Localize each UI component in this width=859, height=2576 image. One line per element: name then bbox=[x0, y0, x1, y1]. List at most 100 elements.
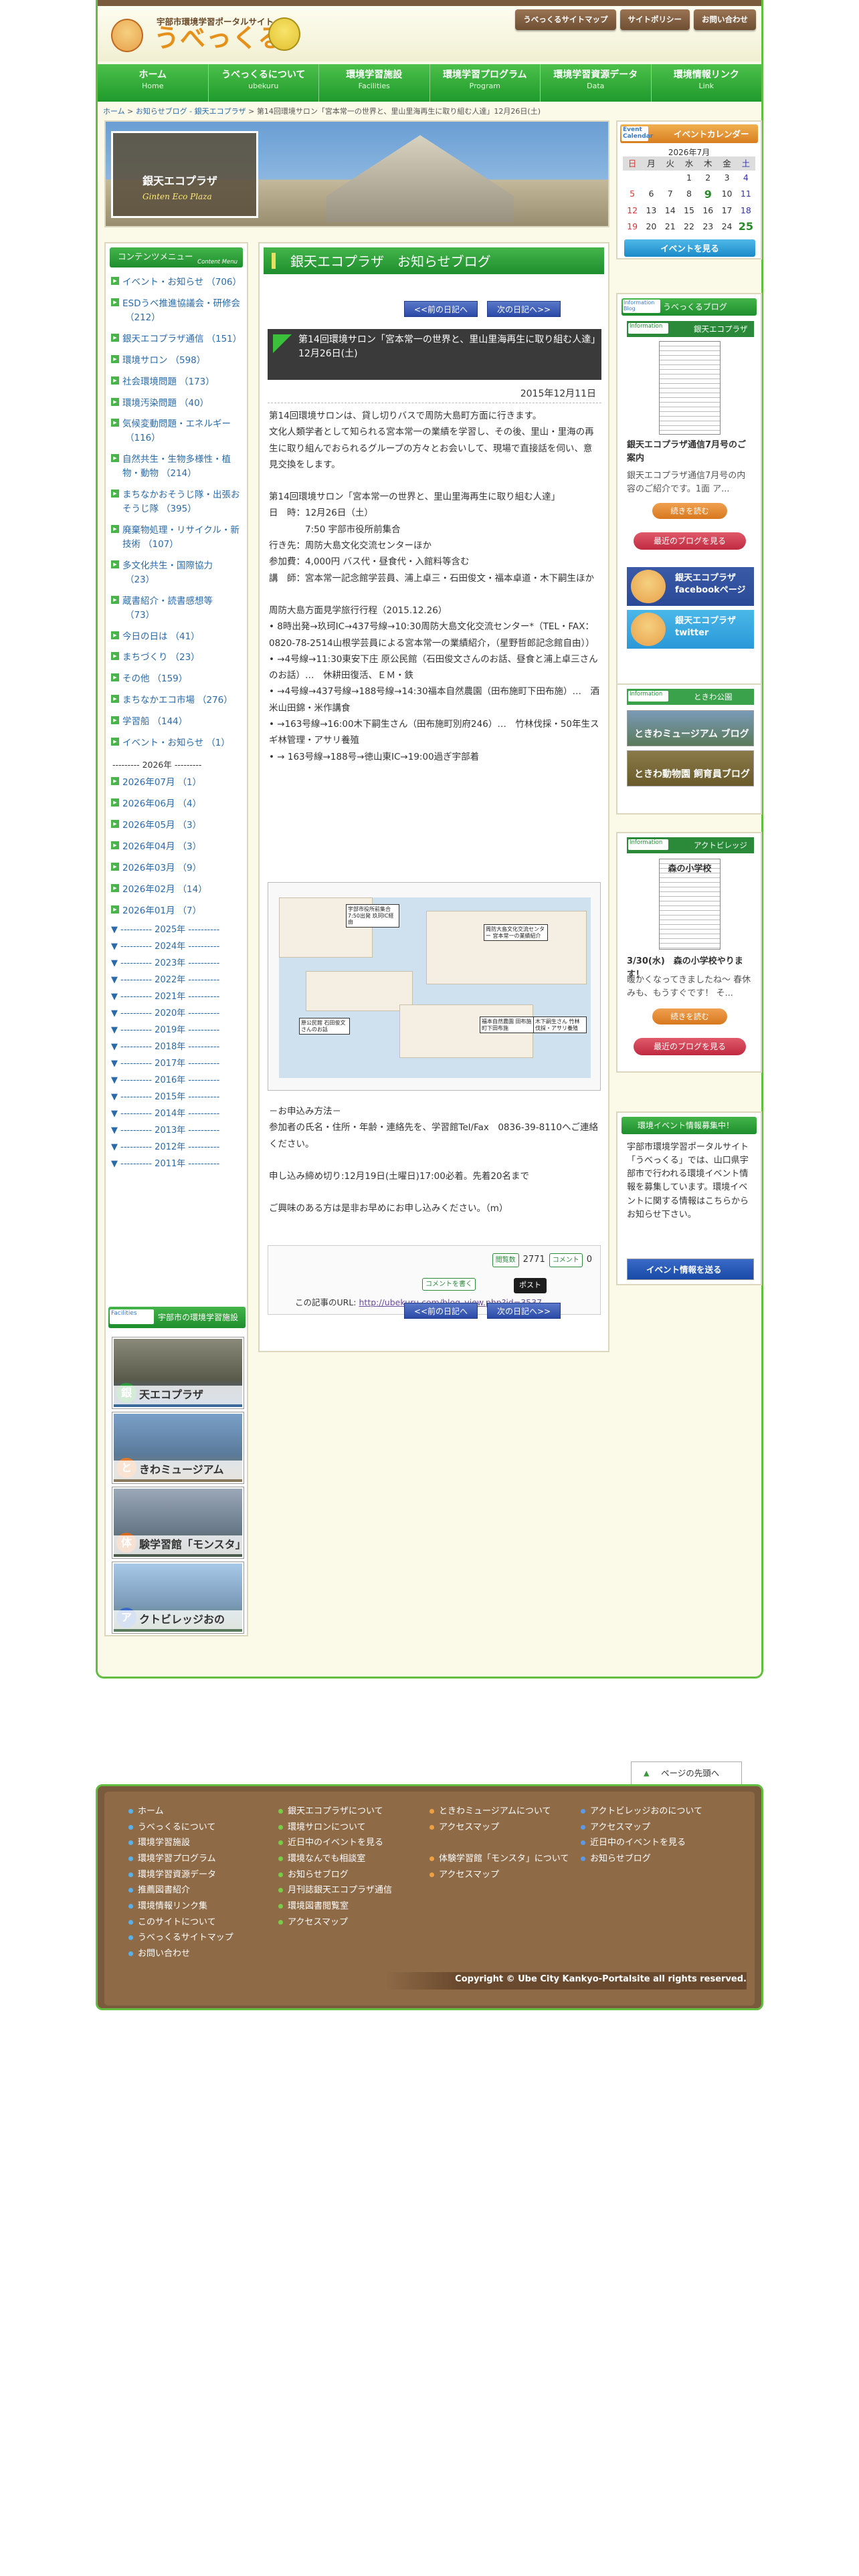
archive-year-toggle[interactable]: ---------- 2021年 ---------- bbox=[111, 992, 242, 1001]
nav-about[interactable]: うべっくるについて ubekuru bbox=[209, 64, 319, 102]
ginten-post-title[interactable]: 銀天エコプラザ通信7月号のご案内 bbox=[627, 439, 754, 465]
archive-month[interactable]: 2026年02月（14） bbox=[111, 883, 242, 897]
facility-monsta[interactable]: 体 験学習館「モンスタ」 bbox=[112, 1487, 246, 1558]
nav-link[interactable]: 環境情報リンク Link bbox=[652, 64, 762, 102]
tokiwa-museum-blog-button[interactable]: ときわミュージアム ブログ bbox=[627, 710, 754, 746]
recent-blog-button[interactable]: 最近のブログを見る bbox=[634, 1038, 746, 1055]
next-entry-button[interactable]: 次の日記へ>> bbox=[487, 1303, 561, 1319]
footer-link[interactable]: 環境学習施設 bbox=[128, 1835, 233, 1851]
breadcrumb-blog[interactable]: お知らせブログ - 銀天エコプラザ bbox=[136, 107, 246, 116]
nav-facilities[interactable]: 環境学習施設 Facilities bbox=[319, 64, 430, 102]
calendar-day[interactable] bbox=[623, 171, 642, 185]
site-policy-button[interactable]: サイトポリシー bbox=[619, 9, 690, 30]
footer-link[interactable]: 銀天エコプラザについて bbox=[278, 1804, 392, 1820]
footer-link[interactable]: 環境図書閲覧室 bbox=[278, 1899, 392, 1915]
footer-link[interactable]: ホーム bbox=[128, 1804, 233, 1820]
category-item[interactable]: まちづくり（23） bbox=[111, 651, 242, 665]
recent-blog-button[interactable]: 最近のブログを見る bbox=[634, 532, 746, 550]
category-item[interactable]: まちなかおそうじ隊・出張おそうじ隊（395） bbox=[111, 488, 242, 516]
calendar-day[interactable]: 6 bbox=[642, 185, 660, 203]
footer-link[interactable]: うべっくるサイトマップ bbox=[128, 1930, 233, 1946]
category-item[interactable]: その他（159） bbox=[111, 672, 242, 686]
calendar-day[interactable]: 12 bbox=[623, 203, 642, 217]
category-item[interactable]: 蔵書紹介・読書感想等 （73） bbox=[111, 595, 242, 623]
archive-year-toggle[interactable]: ---------- 2012年 ---------- bbox=[111, 1143, 242, 1152]
calendar-day-event[interactable]: 25 bbox=[737, 217, 755, 235]
footer-link[interactable]: アクセスマップ bbox=[278, 1915, 392, 1931]
next-entry-button[interactable]: 次の日記へ>> bbox=[487, 301, 561, 317]
archive-year-toggle[interactable]: ---------- 2011年 ---------- bbox=[111, 1160, 242, 1168]
archive-month[interactable]: 2026年07月（1） bbox=[111, 776, 242, 790]
footer-link[interactable]: アクトビレッジおのについて bbox=[581, 1804, 702, 1820]
footer-link[interactable]: うべっくるについて bbox=[128, 1820, 233, 1836]
prev-entry-button[interactable]: <<前の日記へ bbox=[404, 1303, 478, 1319]
archive-month[interactable]: 2026年04月（3） bbox=[111, 840, 242, 854]
calendar-day[interactable]: 17 bbox=[717, 203, 736, 217]
archive-year-toggle[interactable]: ---------- 2014年 ---------- bbox=[111, 1109, 242, 1118]
archive-year-toggle[interactable]: ---------- 2013年 ---------- bbox=[111, 1126, 242, 1135]
calendar-day[interactable]: 21 bbox=[661, 217, 680, 235]
nav-data[interactable]: 環境学習資源データ Data bbox=[541, 64, 652, 102]
archive-year-toggle[interactable]: ---------- 2022年 ---------- bbox=[111, 976, 242, 984]
category-item[interactable]: 廃棄物処理・リサイクル・新技術（107） bbox=[111, 524, 242, 552]
calendar-day[interactable]: 18 bbox=[737, 203, 755, 217]
facebook-button[interactable]: 銀天エコプラザ facebookページ bbox=[627, 567, 754, 606]
calendar-day[interactable]: 14 bbox=[661, 203, 680, 217]
tokiwa-zoo-blog-button[interactable]: ときわ動物園 飼育員ブログ bbox=[627, 750, 754, 786]
back-to-top-button[interactable]: ページの先頭へ bbox=[631, 1761, 742, 1784]
calendar-day[interactable]: 3 bbox=[717, 171, 736, 185]
archive-month[interactable]: 2026年05月（3） bbox=[111, 819, 242, 833]
facility-tokiwa[interactable]: と きわミュージアム bbox=[112, 1412, 244, 1483]
calendar-day[interactable]: 7 bbox=[661, 185, 680, 203]
archive-year-toggle[interactable]: ---------- 2020年 ---------- bbox=[111, 1009, 242, 1018]
footer-link[interactable]: ときわミュージアムについて bbox=[430, 1804, 569, 1820]
archive-month[interactable]: 2026年01月（7） bbox=[111, 904, 242, 918]
calendar-day[interactable]: 11 bbox=[737, 185, 755, 203]
contact-button[interactable]: お問い合わせ bbox=[694, 9, 756, 30]
calendar-day[interactable]: 2 bbox=[698, 171, 717, 185]
footer-link[interactable]: 推薦図書紹介 bbox=[128, 1883, 233, 1899]
category-item[interactable]: 銀天エコプラザ通信（151） bbox=[111, 332, 242, 346]
sitemap-button[interactable]: うべっくるサイトマップ bbox=[515, 9, 616, 30]
calendar-day[interactable]: 20 bbox=[642, 217, 660, 235]
nav-home[interactable]: ホーム Home bbox=[98, 64, 209, 102]
calendar-day[interactable]: 22 bbox=[680, 217, 698, 235]
footer-link[interactable]: このサイトについて bbox=[128, 1915, 233, 1931]
archive-month[interactable]: 2026年06月（4） bbox=[111, 797, 242, 811]
calendar-day[interactable]: 19 bbox=[623, 217, 642, 235]
facility-ginten[interactable]: 銀 天エコプラザ bbox=[112, 1337, 244, 1408]
prev-entry-button[interactable]: <<前の日記へ bbox=[404, 301, 478, 317]
nav-program[interactable]: 環境学習プログラム Program bbox=[430, 64, 541, 102]
calendar-day[interactable]: 5 bbox=[623, 185, 642, 203]
send-event-button[interactable]: イベント情報を送る bbox=[627, 1259, 754, 1280]
footer-link[interactable]: 月刊誌銀天エコプラザ通信 bbox=[278, 1883, 392, 1899]
category-item[interactable]: まちなかエコ市場（276） bbox=[111, 693, 242, 708]
footer-link[interactable]: 体験学習館「モンスタ」について bbox=[430, 1851, 569, 1867]
footer-link[interactable]: お知らせブログ bbox=[581, 1851, 702, 1867]
archive-year-toggle[interactable]: ---------- 2017年 ---------- bbox=[111, 1059, 242, 1068]
calendar-day[interactable]: 15 bbox=[680, 203, 698, 217]
archive-year-toggle[interactable]: ---------- 2025年 ---------- bbox=[111, 926, 242, 934]
calendar-day[interactable]: 16 bbox=[698, 203, 717, 217]
calendar-day[interactable]: 23 bbox=[698, 217, 717, 235]
footer-link[interactable]: 近日中のイベントを見る bbox=[278, 1835, 392, 1851]
category-item[interactable]: 環境サロン（598） bbox=[111, 354, 242, 368]
twitter-button[interactable]: 銀天エコプラザ twitter bbox=[627, 610, 754, 649]
archive-year-toggle[interactable]: ---------- 2019年 ---------- bbox=[111, 1026, 242, 1035]
calendar-day[interactable] bbox=[642, 171, 660, 185]
calendar-day[interactable]: 8 bbox=[680, 185, 698, 203]
footer-link[interactable]: アクセスマップ bbox=[430, 1820, 569, 1836]
calendar-day[interactable]: 1 bbox=[680, 171, 698, 185]
archive-year-toggle[interactable]: ---------- 2015年 ---------- bbox=[111, 1093, 242, 1101]
category-item[interactable]: イベント・お知らせ（1） bbox=[111, 736, 242, 750]
breadcrumb-home[interactable]: ホーム bbox=[103, 107, 125, 116]
calendar-day[interactable] bbox=[661, 171, 680, 185]
footer-link[interactable]: 環境学習プログラム bbox=[128, 1851, 233, 1867]
category-item[interactable]: 学習船（144） bbox=[111, 715, 242, 729]
site-logo[interactable]: 宇部市環境学習ポータルサイト うべっくる bbox=[111, 13, 312, 60]
tweet-button[interactable]: ポスト bbox=[514, 1278, 547, 1293]
calendar-day-event[interactable]: 9 bbox=[698, 185, 717, 203]
write-comment-button[interactable]: コメントを書く bbox=[422, 1278, 476, 1291]
archive-year-toggle[interactable]: ---------- 2024年 ---------- bbox=[111, 942, 242, 951]
category-item[interactable]: 今日の日は（41） bbox=[111, 630, 242, 644]
